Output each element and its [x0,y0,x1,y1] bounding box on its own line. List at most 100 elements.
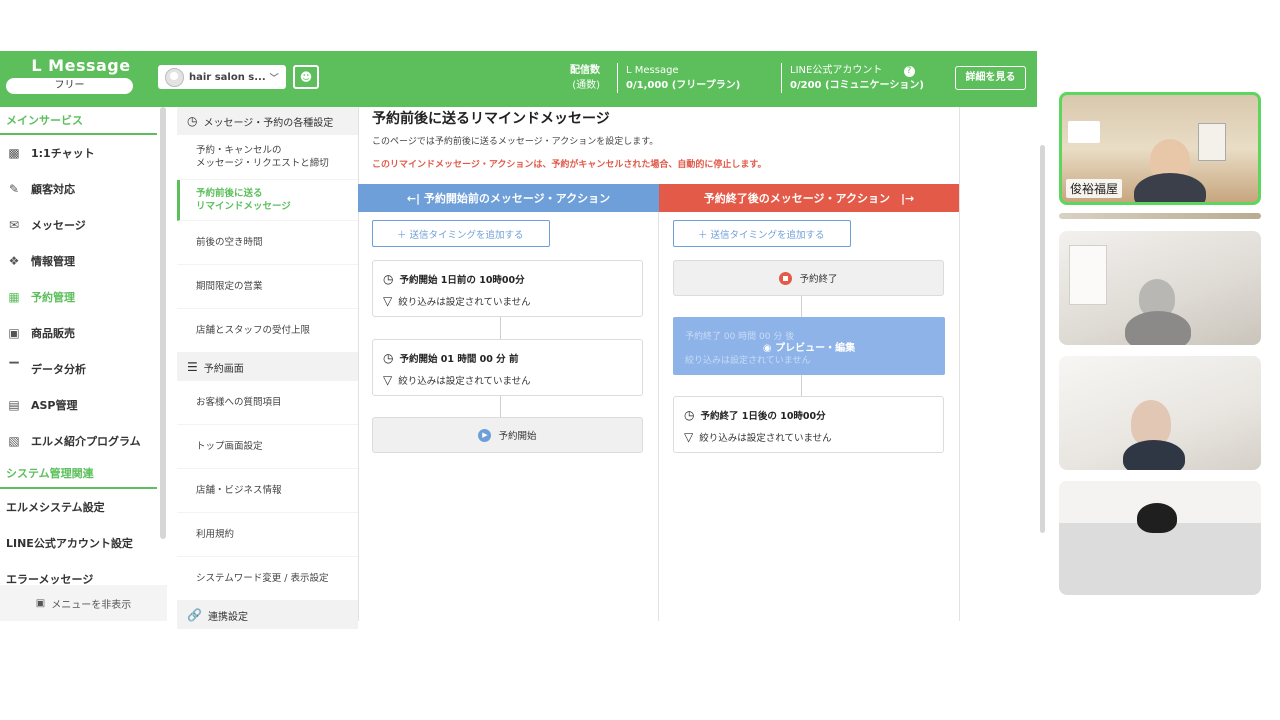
connector-line [500,317,501,339]
add-timing-before-button[interactable]: ＋ 送信タイミングを追加する [372,220,550,247]
link-icon: 🔗 [187,608,202,622]
header-divider [617,63,618,93]
submenu-item-remind[interactable]: 予約前後に送る リマインドメッセージ [177,180,358,221]
cart-icon: ▣ [8,326,20,340]
filter-icon: ▽ [684,430,694,444]
reservation-end-node: 予約終了 [673,260,944,296]
sidebar-item-chat[interactable]: ▩ 1:1チャット [0,135,167,171]
sidebar-item-referral[interactable]: ▧ エルメ紹介プログラム [0,423,167,459]
submenu-group-integration: 🔗 連携設定 [177,601,358,629]
edit-icon: ✎ [8,182,20,196]
chat-icon: ▩ [8,146,20,160]
details-button[interactable]: 詳細を見る [955,66,1026,90]
brand-logo: L Message [31,56,131,75]
add-user-button[interactable]: ☻ [293,65,319,89]
asp-icon: ▤ [8,398,20,412]
column-divider [658,212,659,621]
settings-submenu: ◷ メッセージ・予約の各種設定 予約・キャンセルの メッセージ・リクエストと締切 … [177,107,359,629]
window [1069,245,1107,305]
connector-line [801,375,802,396]
calendar-icon: ▦ [8,290,20,304]
reminder-card[interactable]: ◷ 予約開始 01 時間 00 分 前 ▽ 絞り込みは設定されていません [372,339,643,396]
submenu-item-questions[interactable]: お客様への質問項目 [177,381,358,425]
participant-name: 俊裕福屋 [1066,179,1123,198]
list-icon: ☰ [187,360,198,374]
collapse-icon: ▣ [35,597,46,609]
clock-icon: ◷ [383,351,394,365]
video-tile-participant[interactable] [1059,356,1261,470]
submenu-item-cancel[interactable]: 予約・キャンセルの メッセージ・リクエストと締切 [177,135,358,180]
submenu-item-top[interactable]: トップ画面設定 [177,425,358,469]
header-divider [781,63,782,93]
account-selector[interactable]: hair salon s... ﹀ [158,65,286,89]
line-quota: LINE公式アカウント ? 0/200 (コミュニケーション) [790,65,924,91]
lmessage-quota: L Message 0/1,000 (フリープラン) [626,65,741,91]
after-column-header: 予約終了後のメッセージ・アクション |→ [659,184,959,212]
reservation-start-node: ▶ 予約開始 [372,417,643,453]
add-timing-after-button[interactable]: ＋ 送信タイミングを追加する [673,220,851,247]
wall-poster [1068,121,1100,143]
page-title: 予約前後に送るリマインドメッセージ [372,111,610,127]
participant-body [1123,440,1185,470]
clock-icon: ◷ [187,114,198,128]
clock-icon: ◷ [383,272,394,286]
sidebar-item-system-settings[interactable]: エルメシステム設定 [0,489,167,525]
participant-body [1125,311,1191,345]
preview-edit-overlay[interactable]: ◉ プレビュー・編集 [673,339,945,354]
account-name: hair salon s... [189,71,266,83]
connector-line [801,296,802,317]
sidebar-item-message[interactable]: ✉ メッセージ [0,207,167,243]
avatar [165,67,184,87]
sidebar-item-reservation[interactable]: ▦ 予約管理 [0,279,167,315]
eye-icon: ◉ [762,343,772,354]
sidebar-item-info[interactable]: ❖ 情報管理 [0,243,167,279]
add-user-icon: ☻ [299,70,313,84]
submenu-item-terms[interactable]: 利用規約 [177,513,358,557]
filter-icon: ▽ [383,294,393,308]
tag-icon: ❖ [8,254,20,268]
message-icon: ✉ [8,218,20,232]
before-column-header: ←| 予約開始前のメッセージ・アクション [358,184,659,212]
sidebar-section-main: メインサービス [6,114,83,127]
clock-icon: ◷ [684,408,695,422]
filter-icon: ▽ [383,373,393,387]
sent-count-label: 配信数 (通数) [570,65,600,91]
submenu-group-screen: ☰ 予約画面 [177,353,358,381]
main-scrollbar[interactable] [1040,145,1045,533]
connector-line [500,396,501,417]
warning-text: このリマインドメッセージ・アクションは、予約がキャンセルされた場合、自動的に停止… [372,160,767,170]
submenu-group-message: ◷ メッセージ・予約の各種設定 [177,107,358,135]
sidebar-scrollbar[interactable] [160,107,166,539]
submenu-item-capacity[interactable]: 店舗とスタッフの受付上限 [177,309,358,353]
play-icon: ▶ [478,428,492,442]
sidebar-item-asp[interactable]: ▤ ASP管理 [0,387,167,423]
reminder-card[interactable]: ◷ 予約終了 1日後の 10時00分 ▽ 絞り込みは設定されていません [673,396,944,453]
column-divider [959,107,960,621]
dragging-reminder-card[interactable]: 予約終了 00 時間 00 分 後 絞り込みは設定されていません ◉ プレビュー… [673,317,945,375]
video-strip [1059,213,1261,219]
sidebar-item-sales[interactable]: ▣ 商品販売 [0,315,167,351]
sidebar-item-customer[interactable]: ✎ 顧客対応 [0,171,167,207]
participant-body [1134,173,1206,202]
reminder-card[interactable]: ◷ 予約開始 1日前の 10時00分 ▽ 絞り込みは設定されていません [372,260,643,317]
sidebar-item-line-settings[interactable]: LINE公式アカウント設定 [0,525,167,561]
participant-head [1137,503,1177,533]
badge-icon: ▧ [8,434,20,448]
page-description: このページでは予約前後に送るメッセージ・アクションを設定します。 [372,137,659,147]
help-icon[interactable]: ? [903,66,915,77]
video-tile-participant[interactable] [1059,481,1261,595]
ghost-filter: 絞り込みは設定されていません [685,356,811,366]
wall-portrait [1198,123,1226,161]
chart-icon: ▔ [9,362,19,376]
submenu-item-business[interactable]: 店舗・ビジネス情報 [177,469,358,513]
sidebar-section-system: システム管理関連 [6,467,94,480]
sidebar-item-analytics[interactable]: ▔ データ分析 [0,351,167,387]
submenu-item-limited[interactable]: 期間限定の営業 [177,265,358,309]
plan-badge: フリー [6,78,133,94]
submenu-item-wording[interactable]: システムワード変更 / 表示設定 [177,557,358,601]
video-tile-participant[interactable]: 俊裕福屋 [1059,92,1261,205]
submenu-item-buffer[interactable]: 前後の空き時間 [177,221,358,265]
hide-menu-button[interactable]: ▣ メニューを非表示 [0,585,167,621]
video-tile-participant[interactable] [1059,231,1261,345]
chevron-down-icon: ﹀ [269,73,279,84]
